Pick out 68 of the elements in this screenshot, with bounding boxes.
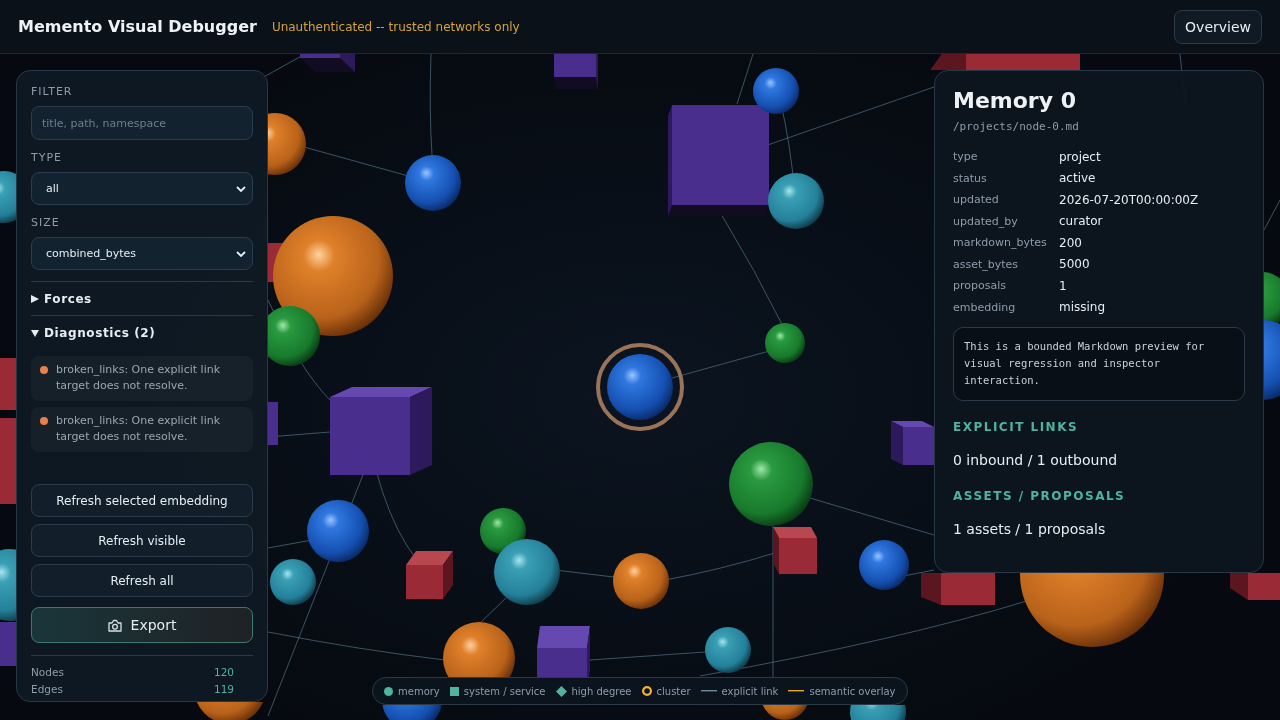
stat-value: 119 bbox=[213, 682, 234, 697]
legend-label: system / service bbox=[463, 685, 546, 697]
auth-notice: Unauthenticated -- trusted networks only bbox=[271, 19, 520, 34]
field-key: status bbox=[953, 171, 1059, 185]
legend-label: high degree bbox=[571, 685, 632, 697]
sphere[interactable] bbox=[270, 559, 316, 605]
sphere[interactable] bbox=[307, 500, 369, 562]
dropdown[interactable]: combined_bytes bbox=[31, 237, 253, 270]
diagnostic-text: broken_links: One explicit link target does not resolve. bbox=[56, 362, 222, 394]
chevron-icon bbox=[236, 185, 246, 192]
section-text: 1 assets / 1 proposals bbox=[953, 520, 1107, 539]
section-toggle[interactable]: Diagnostics (2) bbox=[31, 316, 253, 349]
sphere[interactable] bbox=[405, 155, 461, 211]
section-heading: EXPLICIT LINKS bbox=[953, 420, 1080, 434]
sphere[interactable] bbox=[273, 216, 393, 336]
app-title: Memento Visual Debugger bbox=[18, 17, 257, 36]
refresh-button[interactable]: Refresh all bbox=[31, 564, 253, 597]
refresh-button[interactable]: Refresh visible bbox=[31, 524, 253, 557]
field-value: project bbox=[1059, 149, 1102, 164]
section-heading: ASSETS / PROPOSALS bbox=[953, 489, 1127, 503]
filter-field[interactable]: title, path, namespace bbox=[31, 106, 253, 140]
section-toggle[interactable]: Forces bbox=[31, 282, 253, 315]
sphere[interactable] bbox=[753, 68, 799, 114]
sphere[interactable] bbox=[768, 173, 824, 229]
sphere[interactable] bbox=[859, 540, 909, 590]
refresh-button[interactable]: Refresh selected embedding bbox=[31, 484, 253, 517]
overview-button[interactable]: Overview bbox=[1174, 9, 1262, 44]
field-key: updated bbox=[953, 193, 1059, 207]
field-value: 5000 bbox=[1059, 257, 1091, 272]
sphere[interactable] bbox=[765, 323, 805, 363]
legend-label: memory bbox=[398, 685, 440, 697]
field-label: SIZE bbox=[31, 216, 60, 230]
sphere[interactable] bbox=[705, 627, 751, 673]
field-value: 2026-07-20T00:00:00Z bbox=[1059, 192, 1200, 207]
stat-label: Edges bbox=[31, 682, 63, 697]
export-button[interactable]: Export bbox=[31, 607, 253, 643]
field-key: updated_by bbox=[953, 214, 1059, 228]
legend-label: cluster bbox=[656, 685, 691, 697]
field-value: missing bbox=[1059, 300, 1107, 315]
field-key: proposals bbox=[953, 279, 1059, 293]
field-label: TYPE bbox=[31, 151, 63, 165]
sphere[interactable] bbox=[607, 354, 673, 420]
sphere[interactable] bbox=[613, 553, 669, 609]
section-text: 0 inbound / 1 outbound bbox=[953, 451, 1119, 470]
field-key: type bbox=[953, 150, 1059, 164]
dropdown[interactable]: all bbox=[31, 172, 253, 205]
sphere[interactable] bbox=[729, 442, 813, 526]
field-value: curator bbox=[1059, 214, 1104, 229]
legend-label: semantic overlay bbox=[809, 685, 896, 697]
edge-line bbox=[1263, 199, 1280, 231]
field-key: asset_bytes bbox=[953, 257, 1059, 271]
field-key: embedding bbox=[953, 300, 1059, 314]
node-title: Memory 0 bbox=[953, 87, 1077, 115]
chevron-icon bbox=[236, 250, 246, 257]
node-path: /projects/node-0.md bbox=[953, 120, 1080, 134]
field-value: 1 bbox=[1059, 278, 1068, 293]
sphere[interactable] bbox=[480, 508, 526, 554]
stat-label: Nodes bbox=[31, 665, 64, 680]
legend-label: explicit link bbox=[721, 685, 779, 697]
sphere[interactable] bbox=[494, 539, 560, 605]
camera-icon bbox=[107, 618, 122, 632]
field-value: active bbox=[1059, 171, 1097, 186]
field-key: markdown_bytes bbox=[953, 236, 1059, 250]
markdown-preview: This is a bounded Markdown preview for visual regression and inspector interaction. bbox=[953, 327, 1245, 401]
field-value: 200 bbox=[1059, 235, 1083, 250]
stat-value: 120 bbox=[213, 665, 234, 680]
field-label: FILTER bbox=[31, 85, 73, 99]
diagnostic-text: broken_links: One explicit link target does not resolve. bbox=[56, 413, 222, 445]
